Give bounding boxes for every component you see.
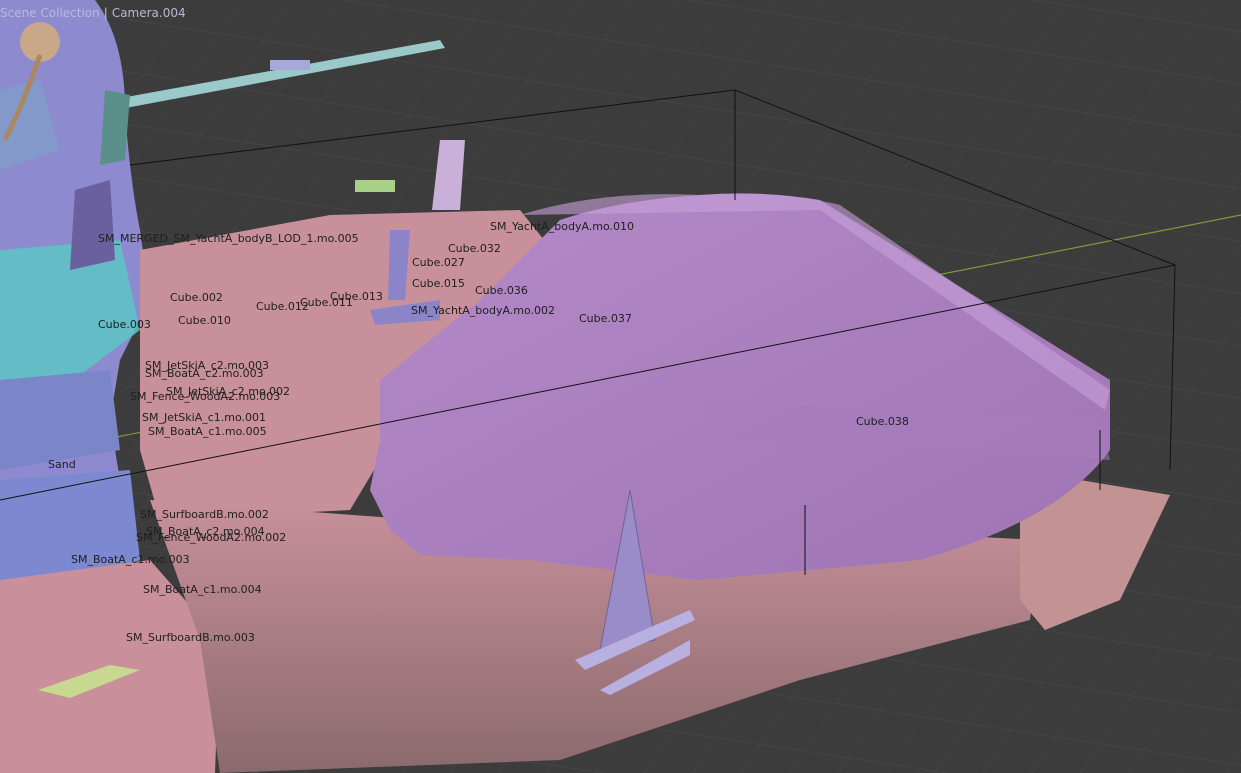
- object-label[interactable]: SM_Fence_WoodA2.mo.003: [130, 390, 280, 403]
- object-label[interactable]: Cube.010: [178, 314, 231, 327]
- object-label[interactable]: SM_JetSkiA_c1.mo.001: [142, 411, 266, 424]
- separator: |: [103, 6, 108, 20]
- object-label[interactable]: Cube.002: [170, 291, 223, 304]
- object-label[interactable]: Cube.036: [475, 284, 528, 297]
- object-label[interactable]: SM_SurfboardB.mo.002: [140, 508, 269, 521]
- object-label[interactable]: SM_BoatA_c2.mo.003: [145, 367, 264, 380]
- object-label[interactable]: Cube.032: [448, 242, 501, 255]
- 3d-viewport[interactable]: Scene Collection | Camera.004 SM_MERGED_SM…: [0, 0, 1241, 773]
- object-label[interactable]: Sand: [48, 458, 76, 471]
- object-label[interactable]: Cube.037: [579, 312, 632, 325]
- object-label[interactable]: SM_SurfboardB.mo.003: [126, 631, 255, 644]
- object-label[interactable]: Cube.015: [412, 277, 465, 290]
- object-label[interactable]: Cube.038: [856, 415, 909, 428]
- object-label[interactable]: SM_BoatA_c1.mo.005: [148, 425, 267, 438]
- object-label[interactable]: Cube.027: [412, 256, 465, 269]
- viewport-header: Scene Collection | Camera.004: [0, 6, 186, 20]
- object-label[interactable]: SM_BoatA_c1.mo.004: [143, 583, 262, 596]
- camera-name: Camera.004: [111, 6, 186, 20]
- object-label[interactable]: SM_MERGED_SM_YachtA_bodyB_LOD_1.mo.005: [98, 232, 359, 245]
- object-label[interactable]: Cube.011: [300, 296, 353, 309]
- object-label[interactable]: Cube.003: [98, 318, 151, 331]
- object-label[interactable]: SM_YachtA_bodyA.mo.002: [411, 304, 555, 317]
- collection-name: Scene Collection: [0, 6, 100, 20]
- object-label[interactable]: SM_Fence_WoodA2.mo.002: [136, 531, 286, 544]
- object-label[interactable]: SM_BoatA_c1.mo.003: [71, 553, 190, 566]
- object-label[interactable]: SM_YachtA_bodyA.mo.010: [490, 220, 634, 233]
